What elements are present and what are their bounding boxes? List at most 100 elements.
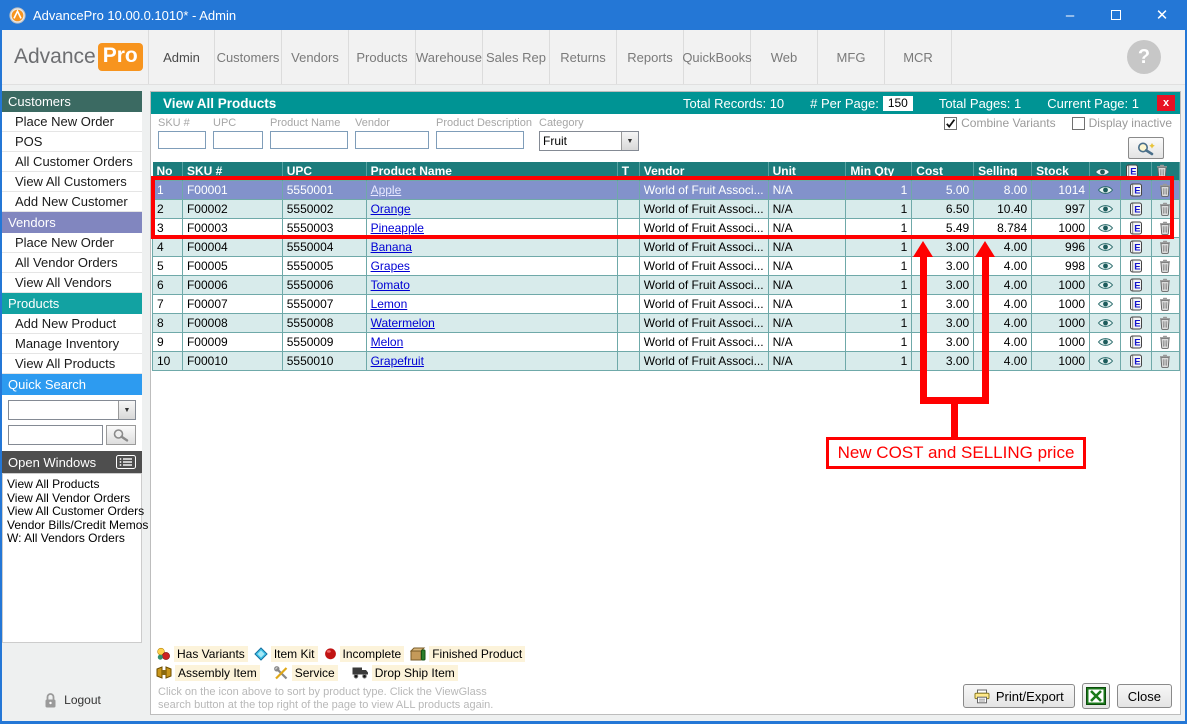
view-product-icon[interactable] — [1097, 356, 1114, 366]
display-inactive-checkbox[interactable]: Display inactive — [1072, 116, 1172, 130]
delete-product-icon[interactable] — [1159, 354, 1171, 368]
quick-search-dropdown[interactable]: ▼ — [8, 400, 136, 420]
category-select[interactable]: Fruit ▼ — [539, 131, 639, 151]
filter-input-upc[interactable] — [213, 131, 263, 149]
filter-input-product-description[interactable] — [436, 131, 524, 149]
column-header-unit[interactable]: Unit — [768, 162, 846, 180]
product-link-pineapple[interactable]: Pineapple — [371, 221, 424, 235]
column-header-no[interactable]: No — [153, 162, 183, 180]
column-header-t[interactable]: T — [617, 162, 639, 180]
cell-edit-product-icon[interactable]: E — [1121, 199, 1152, 218]
menu-item-products[interactable]: Products — [349, 30, 416, 84]
menu-item-sales-rep[interactable]: Sales Rep — [483, 30, 550, 84]
column-header-stock[interactable]: Stock — [1032, 162, 1090, 180]
view-product-icon[interactable] — [1097, 185, 1114, 195]
cell-view-product-icon[interactable] — [1090, 199, 1121, 218]
sidebar-item-add-new-product[interactable]: Add New Product — [2, 314, 142, 334]
product-link-tomato[interactable]: Tomato — [371, 278, 410, 292]
column-header-selling[interactable]: Selling — [974, 162, 1032, 180]
chevron-down-icon[interactable]: ▼ — [621, 132, 638, 150]
cell-view-product-icon[interactable] — [1090, 218, 1121, 237]
legend-item-kit[interactable]: Item Kit — [254, 646, 318, 662]
cell-view-product-icon[interactable] — [1090, 313, 1121, 332]
open-window-view-all-vendor-orders[interactable]: View All Vendor Orders — [5, 492, 139, 506]
sidebar-item-place-new-order[interactable]: Place New Order — [2, 233, 142, 253]
menu-item-mcr[interactable]: MCR — [885, 30, 952, 84]
view-product-icon[interactable] — [1097, 280, 1114, 290]
product-link-grapefruit[interactable]: Grapefruit — [371, 354, 424, 368]
product-row-grapefruit[interactable]: 10F000105550010GrapefruitWorld of Fruit … — [153, 351, 1180, 370]
menu-item-web[interactable]: Web — [751, 30, 818, 84]
cell-delete-product-icon[interactable] — [1151, 275, 1179, 294]
view-product-icon[interactable] — [1097, 223, 1114, 233]
per-page-input[interactable] — [883, 96, 913, 111]
open-window-view-all-customer-orders[interactable]: View All Customer Orders — [5, 505, 139, 519]
product-row-apple[interactable]: 1F000015550001AppleWorld of Fruit Associ… — [153, 180, 1180, 199]
cell-edit-product-icon[interactable]: E — [1121, 313, 1152, 332]
edit-product-icon[interactable]: E — [1129, 202, 1143, 216]
cell-view-product-icon[interactable] — [1090, 256, 1121, 275]
cell-view-product-icon[interactable] — [1090, 180, 1121, 199]
open-window-view-all-products[interactable]: View All Products — [5, 478, 139, 492]
product-row-banana[interactable]: 4F000045550004BananaWorld of Fruit Assoc… — [153, 237, 1180, 256]
product-link-apple[interactable]: Apple — [371, 183, 402, 197]
menu-item-vendors[interactable]: Vendors — [282, 30, 349, 84]
close-window-button[interactable]: ✕ — [1139, 0, 1185, 30]
menu-item-quickbooks[interactable]: QuickBooks — [684, 30, 751, 84]
legend-has-variants[interactable]: Has Variants — [156, 646, 248, 662]
column-header-upc[interactable]: UPC — [282, 162, 366, 180]
legend-drop-ship-item[interactable]: Drop Ship Item — [352, 665, 458, 681]
cell-view-product-icon[interactable] — [1090, 275, 1121, 294]
chevron-down-icon[interactable]: ▼ — [118, 401, 135, 419]
sidebar-item-view-all-vendors[interactable]: View All Vendors — [2, 273, 142, 293]
delete-product-icon[interactable] — [1159, 259, 1171, 273]
delete-product-icon[interactable] — [1159, 297, 1171, 311]
viewglass-search-button[interactable] — [1128, 137, 1164, 159]
edit-product-icon[interactable]: E — [1129, 316, 1143, 330]
product-link-grapes[interactable]: Grapes — [371, 259, 410, 273]
logout-button[interactable]: Logout — [2, 687, 142, 713]
cell-delete-product-icon[interactable] — [1151, 180, 1179, 199]
column-header-sku[interactable]: SKU # — [182, 162, 282, 180]
sidebar-item-all-vendor-orders[interactable]: All Vendor Orders — [2, 253, 142, 273]
column-header-cost[interactable]: Cost — [912, 162, 974, 180]
menu-item-mfg[interactable]: MFG — [818, 30, 885, 84]
product-row-watermelon[interactable]: 8F000085550008WatermelonWorld of Fruit A… — [153, 313, 1180, 332]
sidebar-item-manage-inventory[interactable]: Manage Inventory — [2, 334, 142, 354]
print-export-button[interactable]: Print/Export — [963, 684, 1075, 708]
help-icon[interactable]: ? — [1127, 40, 1161, 74]
cell-view-product-icon[interactable] — [1090, 332, 1121, 351]
cell-delete-product-icon[interactable] — [1151, 332, 1179, 351]
column-header-min-qty[interactable]: Min Qty — [846, 162, 912, 180]
delete-product-icon[interactable] — [1159, 183, 1171, 197]
view-product-icon[interactable] — [1097, 299, 1114, 309]
view-product-icon[interactable] — [1097, 242, 1114, 252]
sidebar-item-view-all-products[interactable]: View All Products — [2, 354, 142, 374]
cell-view-product-icon[interactable] — [1090, 351, 1121, 370]
cell-edit-product-icon[interactable]: E — [1121, 218, 1152, 237]
cell-edit-product-icon[interactable]: E — [1121, 332, 1152, 351]
sidebar-item-view-all-customers[interactable]: View All Customers — [2, 172, 142, 192]
close-button[interactable]: Close — [1117, 684, 1172, 708]
open-window-vendor-bills-credit-memos[interactable]: Vendor Bills/Credit Memos — [5, 519, 139, 533]
product-link-banana[interactable]: Banana — [371, 240, 412, 254]
delete-product-icon[interactable] — [1159, 221, 1171, 235]
column-header-product-name[interactable]: Product Name — [366, 162, 617, 180]
product-row-melon[interactable]: 9F000095550009MelonWorld of Fruit Associ… — [153, 332, 1180, 351]
sidebar-item-add-new-customer[interactable]: Add New Customer — [2, 192, 142, 212]
sidebar-item-place-new-order[interactable]: Place New Order — [2, 112, 142, 132]
cell-delete-product-icon[interactable] — [1151, 256, 1179, 275]
delete-product-icon[interactable] — [1159, 335, 1171, 349]
cell-view-product-icon[interactable] — [1090, 294, 1121, 313]
cell-edit-product-icon[interactable]: E — [1121, 180, 1152, 199]
menu-item-admin[interactable]: Admin — [148, 30, 215, 84]
filter-input-sku[interactable] — [158, 131, 206, 149]
menu-item-reports[interactable]: Reports — [617, 30, 684, 84]
delete-product-icon[interactable] — [1159, 202, 1171, 216]
view-product-icon[interactable] — [1097, 261, 1114, 271]
product-row-grapes[interactable]: 5F000055550005GrapesWorld of Fruit Assoc… — [153, 256, 1180, 275]
legend-assembly-item[interactable]: Assembly Item — [156, 665, 260, 681]
legend-incomplete[interactable]: Incomplete — [324, 646, 405, 662]
cell-delete-product-icon[interactable] — [1151, 313, 1179, 332]
delete-product-icon[interactable] — [1159, 316, 1171, 330]
